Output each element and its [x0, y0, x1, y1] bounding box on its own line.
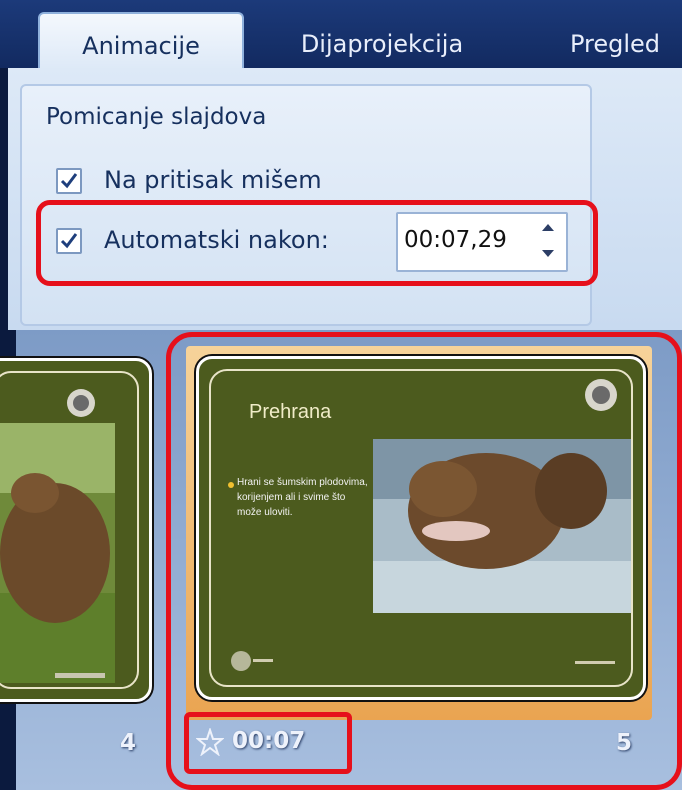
slide-4-frame [0, 371, 139, 689]
checkmark-icon [60, 173, 78, 189]
tab-dijaprojekcija[interactable]: Dijaprojekcija [262, 12, 502, 68]
on-mouse-click-label: Na pritisak mišem [104, 166, 322, 194]
slide-4-thumbnail[interactable] [0, 358, 152, 702]
tab-animacije[interactable]: Animacije [38, 12, 244, 70]
tab-pregled[interactable]: Pregled [548, 12, 682, 68]
timing-highlight [184, 712, 352, 774]
group-title: Pomicanje slajdova [46, 104, 267, 130]
on-mouse-click-checkbox[interactable] [56, 168, 82, 194]
auto-after-highlight [36, 200, 598, 286]
bear-photo [0, 389, 115, 683]
slide-4-number: 4 [120, 730, 137, 756]
